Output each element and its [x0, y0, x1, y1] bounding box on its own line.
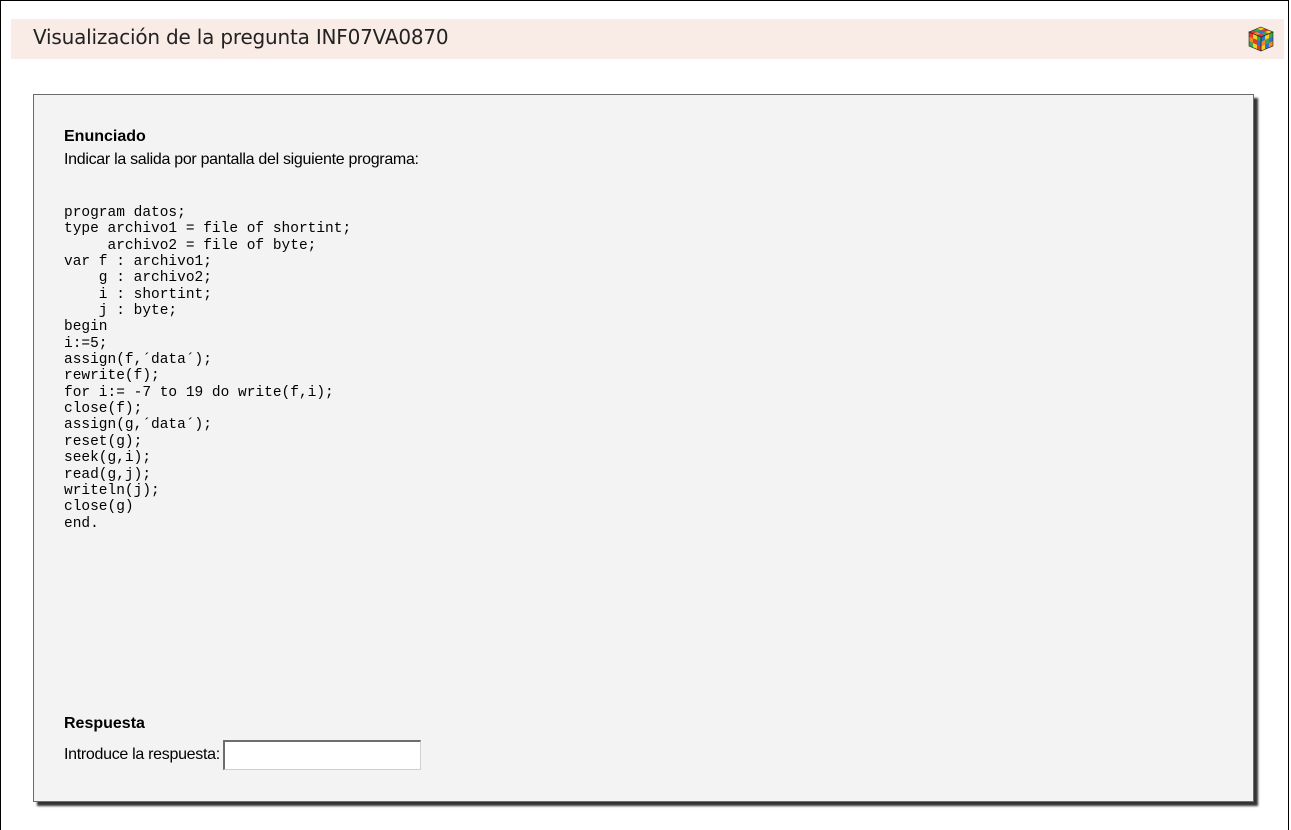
question-box: Enunciado Indicar la salida por pantalla…	[33, 94, 1254, 802]
answer-input[interactable]	[222, 740, 421, 770]
answer-label: Introduce la respuesta:	[64, 746, 220, 763]
question-prompt: Indicar la salida por pantalla del sigui…	[64, 151, 419, 168]
page-title: Visualización de la pregunta INF07VA0870	[33, 25, 449, 49]
respuesta-heading: Respuesta	[64, 715, 145, 732]
title-bar: Visualización de la pregunta INF07VA0870	[11, 19, 1284, 59]
code-listing: program datos; type archivo1 = file of s…	[64, 205, 352, 532]
rubiks-cube-icon	[1248, 26, 1274, 52]
enunciado-heading: Enunciado	[64, 128, 146, 145]
answer-row: Introduce la respuesta:	[64, 740, 421, 770]
